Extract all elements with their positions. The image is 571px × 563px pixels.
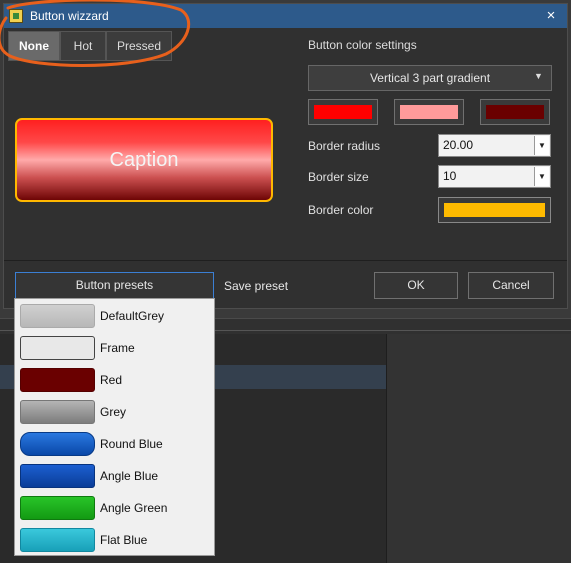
color-fill xyxy=(400,105,458,119)
gradient-color-bottom[interactable] xyxy=(480,99,550,125)
preset-item-flat-blue[interactable]: Flat Blue xyxy=(15,524,214,556)
preset-label: Round Blue xyxy=(100,437,163,451)
close-icon[interactable]: × xyxy=(540,5,562,27)
preset-swatch xyxy=(20,400,95,424)
preset-label: Red xyxy=(100,373,123,387)
border-size-input[interactable]: 10 ▼ xyxy=(438,165,551,188)
preset-swatch xyxy=(20,336,95,360)
preset-label: DefaultGrey xyxy=(100,309,165,323)
border-color-picker[interactable] xyxy=(438,197,551,223)
border-radius-label: Border radius xyxy=(308,139,381,153)
annotation-circle xyxy=(0,0,191,67)
preset-swatch xyxy=(20,432,95,456)
preset-swatch xyxy=(20,304,95,328)
button-presets-button[interactable]: Button presets xyxy=(15,272,214,299)
preset-item-angle-blue[interactable]: Angle Blue xyxy=(15,460,214,492)
border-size-label: Border size xyxy=(308,170,369,184)
preset-item-round-blue[interactable]: Round Blue xyxy=(15,428,214,460)
preset-swatch xyxy=(20,528,95,552)
chevron-down-icon[interactable]: ▼ xyxy=(534,136,549,155)
preset-item-red[interactable]: Red xyxy=(15,364,214,396)
preset-item-grey[interactable]: Grey xyxy=(15,396,214,428)
footer-divider xyxy=(4,260,567,261)
preset-swatch xyxy=(20,496,95,520)
cancel-button[interactable]: Cancel xyxy=(468,272,554,299)
preset-item-default-grey[interactable]: DefaultGrey xyxy=(15,300,214,332)
border-radius-value: 20.00 xyxy=(443,138,474,152)
presets-dropdown: DefaultGrey Frame Red Grey Round Blue An… xyxy=(14,298,215,556)
background-side-panel xyxy=(386,334,571,563)
preset-label: Frame xyxy=(100,341,135,355)
border-radius-input[interactable]: 20.00 ▼ xyxy=(438,134,551,157)
preset-item-angle-green[interactable]: Angle Green xyxy=(15,492,214,524)
button-preview: Caption xyxy=(15,118,273,202)
preset-label: Flat Blue xyxy=(100,533,148,547)
color-settings-title: Button color settings xyxy=(308,38,417,52)
preset-swatch xyxy=(20,464,95,488)
chevron-down-icon: ▼ xyxy=(534,71,543,81)
preset-label: Angle Blue xyxy=(100,469,159,483)
color-fill xyxy=(314,105,372,119)
color-fill xyxy=(444,203,545,217)
preset-item-frame[interactable]: Frame xyxy=(15,332,214,364)
gradient-color-top[interactable] xyxy=(308,99,378,125)
preset-label: Angle Green xyxy=(100,501,168,515)
gradient-mode-select[interactable]: Vertical 3 part gradient xyxy=(308,65,552,91)
gradient-color-middle[interactable] xyxy=(394,99,464,125)
ok-button[interactable]: OK xyxy=(374,272,458,299)
border-size-value: 10 xyxy=(443,169,457,183)
preset-swatch xyxy=(20,368,95,392)
color-fill xyxy=(486,105,544,119)
border-color-label: Border color xyxy=(308,203,374,217)
save-preset-button[interactable]: Save preset xyxy=(224,279,288,293)
preset-label: Grey xyxy=(100,405,127,419)
chevron-down-icon[interactable]: ▼ xyxy=(534,167,549,186)
gradient-mode-value: Vertical 3 part gradient xyxy=(369,71,491,85)
